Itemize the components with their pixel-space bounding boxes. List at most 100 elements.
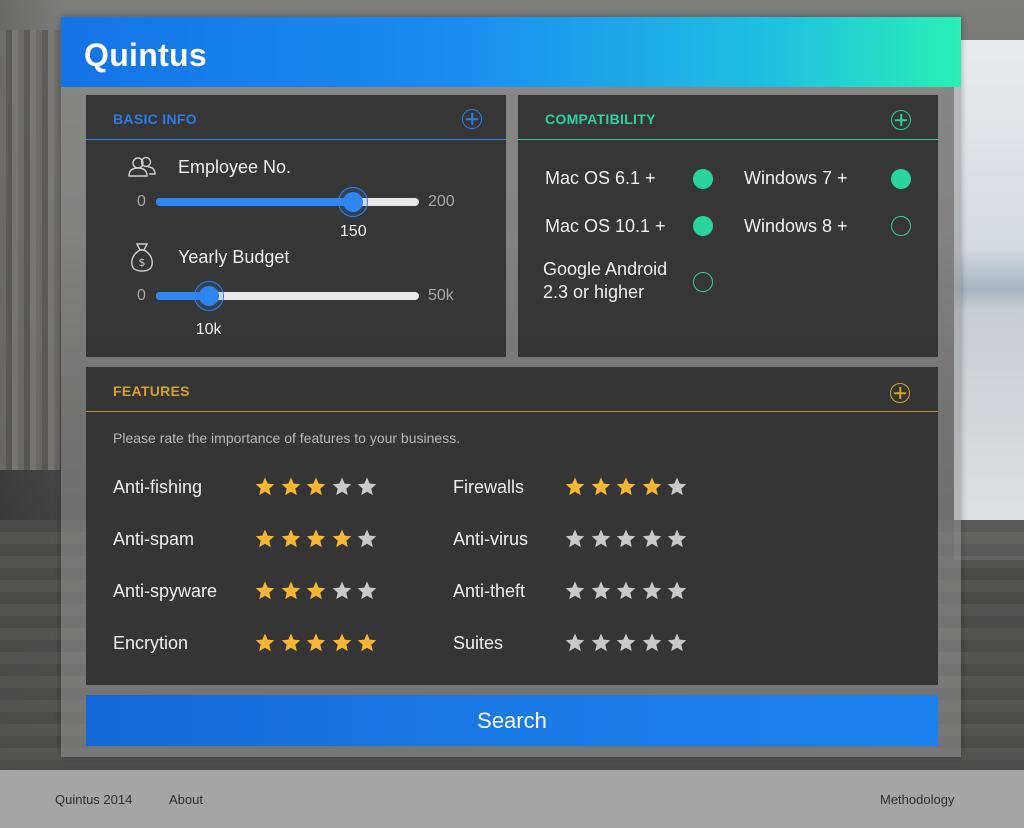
footer-about-link[interactable]: About (169, 792, 203, 807)
budget-min: 0 (137, 287, 146, 304)
feature-label: Anti-theft (453, 581, 526, 601)
star-empty-icon[interactable] (641, 632, 663, 654)
star-filled-icon[interactable] (305, 632, 327, 654)
star-empty-icon[interactable] (615, 632, 637, 654)
footer-methodology-link[interactable]: Methodology (880, 792, 954, 807)
budget-slider-handle[interactable] (193, 281, 224, 311)
star-filled-icon[interactable] (356, 632, 378, 654)
background-window (954, 40, 1024, 560)
budget-label: Yearly Budget (178, 247, 290, 267)
feature-rating[interactable] (254, 580, 379, 602)
budget-value: 10k (195, 321, 222, 338)
star-empty-icon[interactable] (666, 528, 688, 550)
compatibility-header: COMPATIBILITY (518, 95, 938, 140)
feature-label: Anti-spyware (113, 581, 218, 601)
os-option-label: Windows 8 + (744, 216, 848, 236)
os-option-radio[interactable] (693, 169, 713, 189)
feature-rating[interactable] (564, 580, 689, 602)
compatibility-card: COMPATIBILITY Mac OS 6.1 + Windows 7 + M… (518, 95, 938, 357)
star-empty-icon[interactable] (356, 580, 378, 602)
feature-label: Anti-virus (453, 529, 529, 549)
os-option-radio[interactable] (891, 169, 911, 189)
star-filled-icon[interactable] (590, 476, 612, 498)
basic-info-card: BASIC INFO Employee No. 0 200 150 $ Year… (86, 95, 506, 357)
svg-text:$: $ (139, 256, 146, 269)
star-filled-icon[interactable] (615, 476, 637, 498)
compatibility-expand-icon[interactable] (891, 110, 911, 130)
star-empty-icon[interactable] (331, 580, 353, 602)
star-empty-icon[interactable] (666, 632, 688, 654)
people-icon (128, 156, 156, 177)
employee-slider-handle[interactable] (338, 187, 369, 217)
star-empty-icon[interactable] (666, 580, 688, 602)
employee-slider-fill (156, 198, 354, 206)
feature-label: Anti-fishing (113, 477, 203, 497)
basic-info-title: BASIC INFO (113, 111, 197, 127)
features-card: FEATURES Please rate the importance of f… (86, 367, 938, 685)
compatibility-title: COMPATIBILITY (545, 111, 656, 127)
feature-label: Firewalls (453, 477, 525, 497)
feature-label: Suites (453, 633, 504, 653)
star-filled-icon[interactable] (280, 476, 302, 498)
star-empty-icon[interactable] (590, 528, 612, 550)
employee-max: 200 (428, 193, 455, 210)
os-option-radio[interactable] (891, 216, 911, 236)
star-empty-icon[interactable] (590, 632, 612, 654)
footer-copyright[interactable]: Quintus 2014 (55, 792, 132, 807)
features-expand-icon[interactable] (890, 383, 910, 403)
feature-rating[interactable] (254, 528, 379, 550)
feature-label: Encrytion (113, 633, 189, 653)
os-option-label: Mac OS 6.1 + (545, 168, 656, 188)
employee-slider[interactable] (156, 198, 419, 206)
star-empty-icon[interactable] (564, 528, 586, 550)
feature-rating[interactable] (564, 528, 689, 550)
star-empty-icon[interactable] (356, 528, 378, 550)
feature-rating[interactable] (254, 632, 379, 654)
star-filled-icon[interactable] (305, 580, 327, 602)
star-filled-icon[interactable] (254, 580, 276, 602)
os-option-label: Windows 7 + (744, 168, 848, 188)
search-button[interactable]: Search (86, 695, 938, 746)
star-empty-icon[interactable] (331, 476, 353, 498)
feature-rating[interactable] (254, 476, 379, 498)
star-filled-icon[interactable] (331, 528, 353, 550)
star-empty-icon[interactable] (641, 580, 663, 602)
star-filled-icon[interactable] (641, 476, 663, 498)
features-title: FEATURES (113, 383, 190, 399)
star-filled-icon[interactable] (254, 632, 276, 654)
star-empty-icon[interactable] (590, 580, 612, 602)
star-empty-icon[interactable] (641, 528, 663, 550)
os-option-radio[interactable] (693, 216, 713, 236)
star-empty-icon[interactable] (615, 580, 637, 602)
employee-label: Employee No. (178, 157, 292, 177)
features-header: FEATURES (86, 367, 938, 412)
basic-info-expand-icon[interactable] (462, 109, 482, 129)
os-option-label: Mac OS 10.1 + (545, 216, 666, 236)
feature-rating[interactable] (564, 632, 689, 654)
os-option-radio[interactable] (693, 272, 713, 292)
star-filled-icon[interactable] (564, 476, 586, 498)
star-empty-icon[interactable] (666, 476, 688, 498)
star-filled-icon[interactable] (331, 632, 353, 654)
background-curtain (0, 30, 60, 470)
star-filled-icon[interactable] (254, 528, 276, 550)
star-filled-icon[interactable] (280, 580, 302, 602)
star-filled-icon[interactable] (305, 528, 327, 550)
star-empty-icon[interactable] (564, 632, 586, 654)
star-empty-icon[interactable] (615, 528, 637, 550)
os-option-label: Google Android 2.3 or higher (543, 259, 668, 302)
basic-info-header: BASIC INFO (86, 95, 506, 140)
star-filled-icon[interactable] (280, 632, 302, 654)
star-filled-icon[interactable] (280, 528, 302, 550)
star-filled-icon[interactable] (254, 476, 276, 498)
star-empty-icon[interactable] (564, 580, 586, 602)
star-filled-icon[interactable] (305, 476, 327, 498)
star-empty-icon[interactable] (356, 476, 378, 498)
feature-rating[interactable] (564, 476, 689, 498)
employee-min: 0 (137, 193, 146, 210)
app-title: Quintus (84, 37, 207, 73)
feature-label: Anti-spam (113, 529, 195, 549)
footer: Quintus 2014 About Methodology (0, 770, 1024, 828)
features-hint: Please rate the importance of features t… (113, 430, 461, 446)
money-bag-icon: $ (131, 243, 153, 272)
